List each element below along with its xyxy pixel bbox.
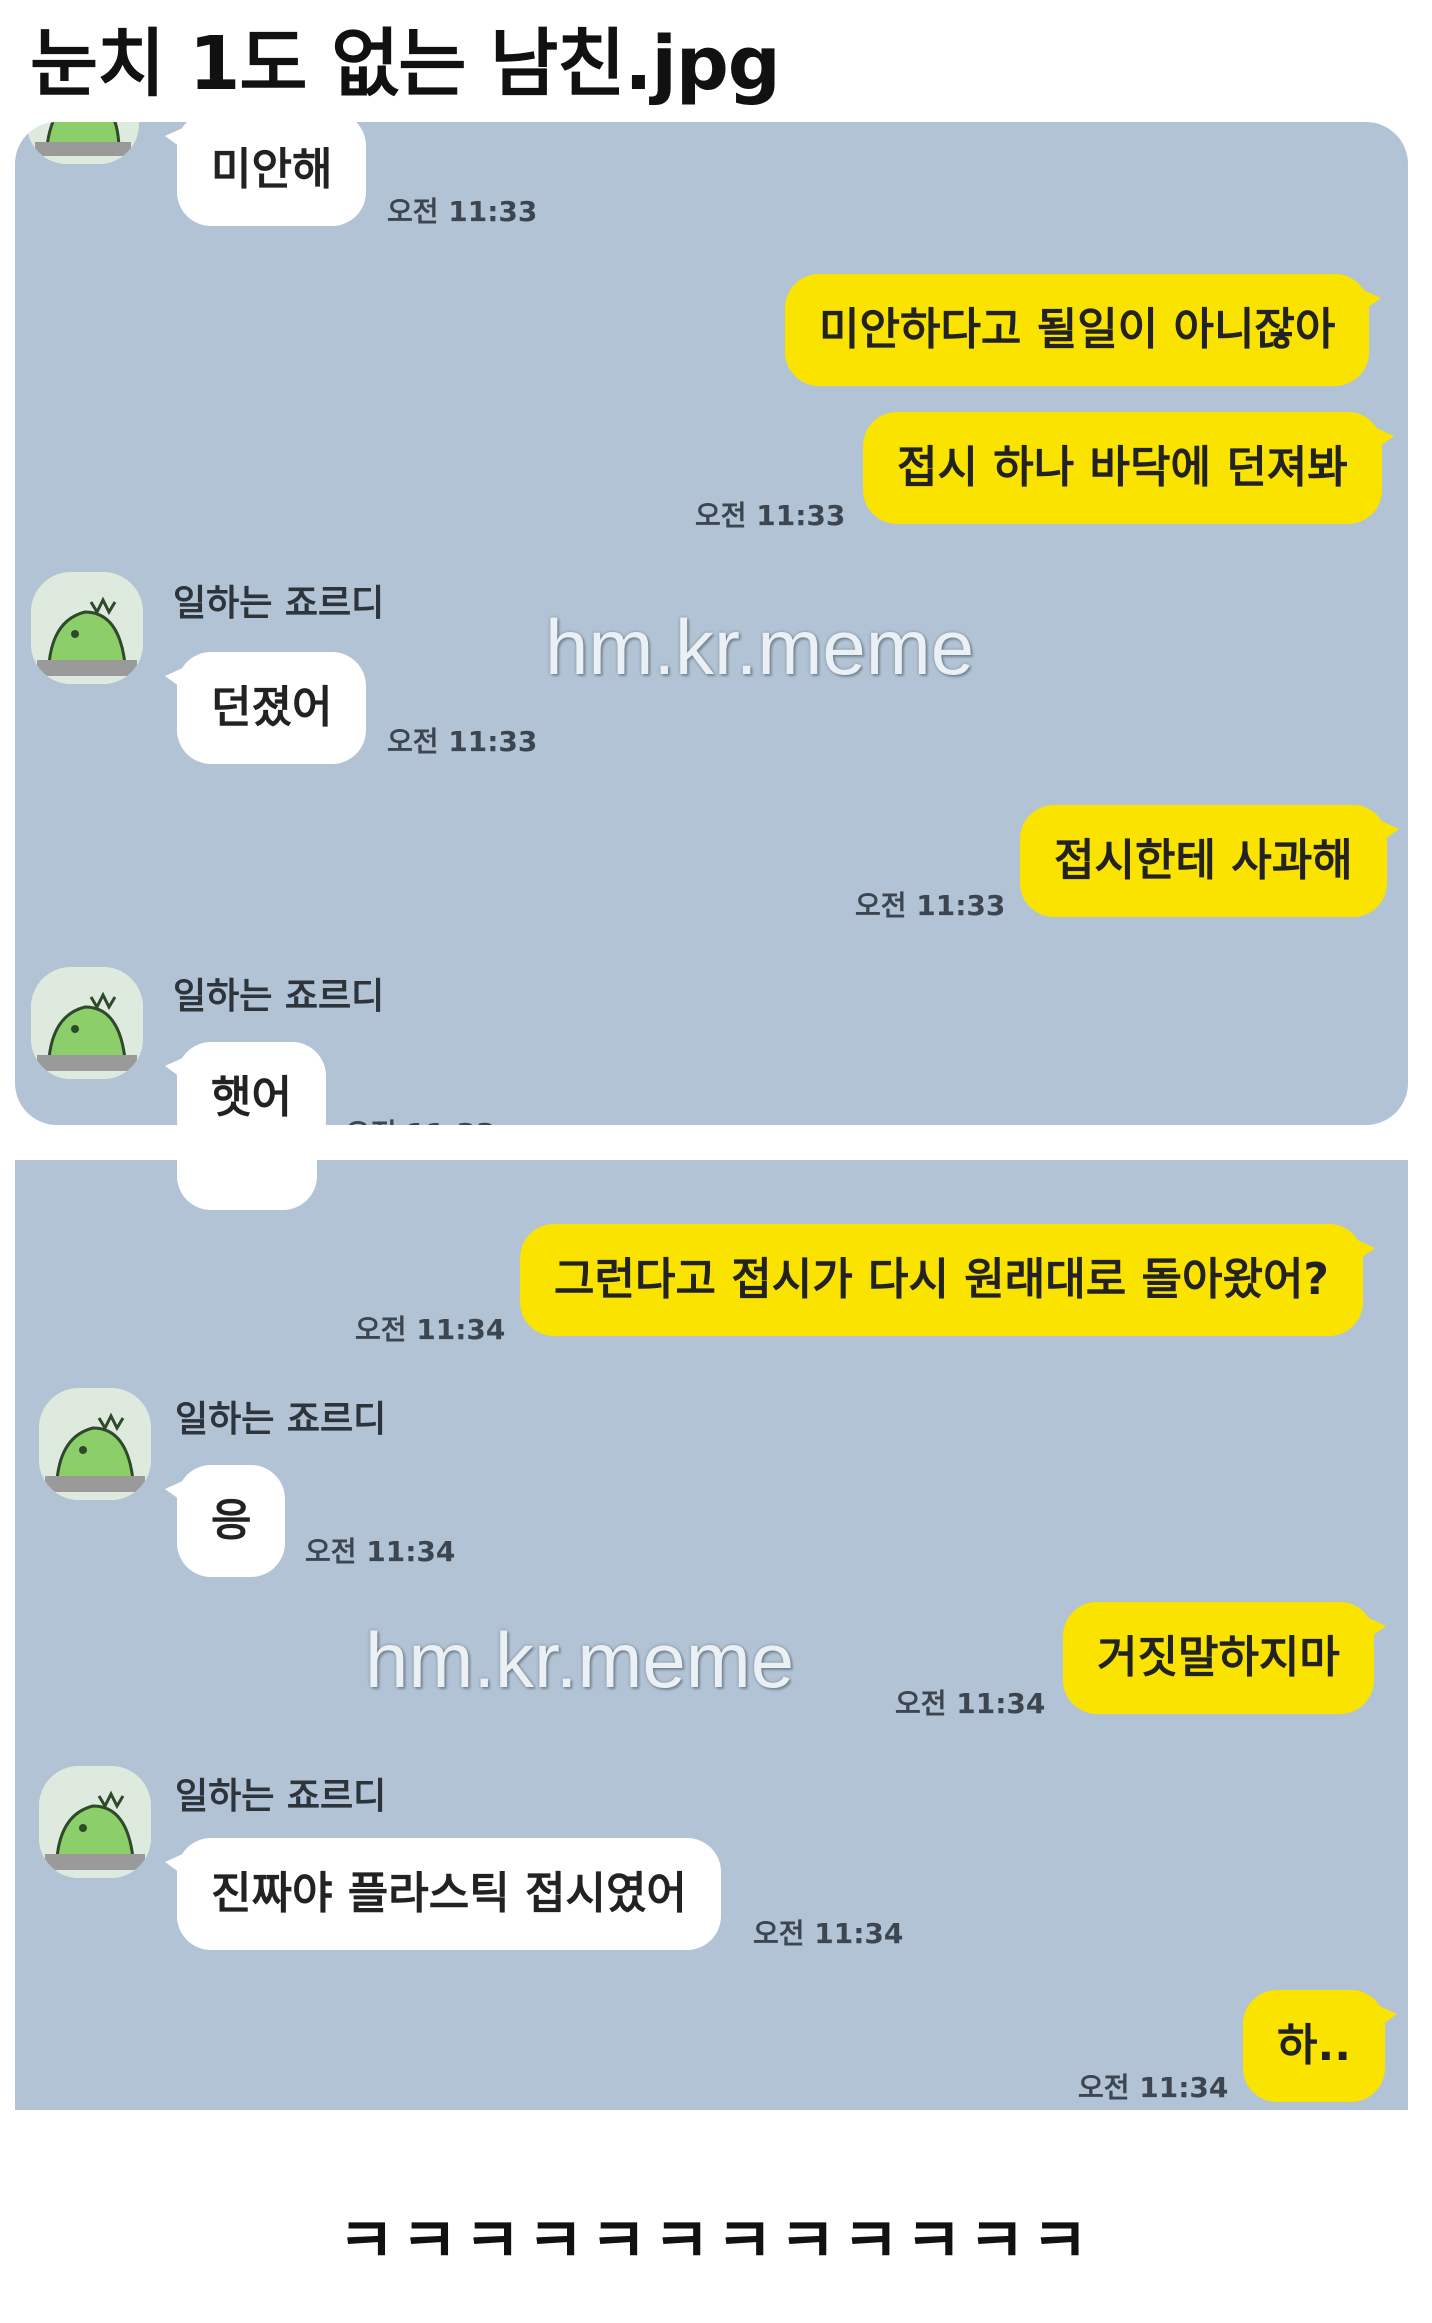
message-bubble: 미안하다고 될일이 아니잖아 <box>785 274 1382 386</box>
chat-screenshot-1: 미안해 오전 11:33 미안하다고 될일이 아니잖아 접시 하나 바닥에 던져… <box>15 122 1408 1125</box>
message-bubble: 거짓말하지마 <box>1063 1602 1386 1714</box>
post-title: 눈치 1도 없는 남친.jpg <box>30 21 781 107</box>
message-bubble: 진짜야 플라스틱 접시였어 <box>165 1838 721 1950</box>
message-time: 오전 11:34 <box>895 1687 1046 1720</box>
avatar-icon <box>31 572 143 684</box>
message-time: 오전 11:33 <box>695 499 846 532</box>
avatar-icon <box>39 1766 151 1878</box>
watermark: hm.kr.meme <box>365 1616 795 1704</box>
avatar-icon <box>27 122 139 164</box>
watermark: hm.kr.meme <box>545 603 975 691</box>
message-bubble: 던졌어 <box>164 652 367 764</box>
message-bubble <box>177 1160 317 1210</box>
message-time: 오전 11:34 <box>305 1535 456 1568</box>
message-bubble: 미안해 <box>164 122 367 226</box>
sender-name: 일하는 죠르디 <box>175 1399 387 1440</box>
message-time: 오전 11:34 <box>355 1313 506 1346</box>
message-bubble: 하.. <box>1243 1990 1397 2102</box>
message-bubble: 응 <box>164 1465 286 1577</box>
message-time: 오전 11:34 <box>1078 2071 1229 2104</box>
message-bubble: 접시 하나 바닥에 던져봐 <box>863 412 1394 524</box>
post-caption: ㅋㅋㅋㅋㅋㅋㅋㅋㅋㅋㅋㅋ <box>337 2204 1095 2277</box>
sender-name: 일하는 죠르디 <box>173 583 385 624</box>
message-time: 오전 11:33 <box>855 889 1006 922</box>
chat-screenshot-2: 그런다고 접시가 다시 원래대로 돌아왔어? 오전 11:34 일하는 죠르디 … <box>15 1160 1408 2110</box>
message-bubble: 햇어 <box>165 1042 326 1125</box>
sender-name: 일하는 죠르디 <box>173 976 385 1017</box>
message-time: 오전 11:33 <box>387 195 538 228</box>
message-time: 오전 11:34 <box>753 1917 904 1950</box>
message-bubble: 그런다고 접시가 다시 원래대로 돌아왔어? <box>520 1224 1375 1336</box>
message-bubble: 접시한테 사과해 <box>1020 805 1399 917</box>
message-time: 오전 11:33 <box>387 725 538 758</box>
sender-name: 일하는 죠르디 <box>175 1776 387 1817</box>
message-time: 오전 11:33 <box>345 1112 495 1125</box>
avatar-icon <box>39 1388 151 1500</box>
avatar-icon <box>31 967 143 1079</box>
